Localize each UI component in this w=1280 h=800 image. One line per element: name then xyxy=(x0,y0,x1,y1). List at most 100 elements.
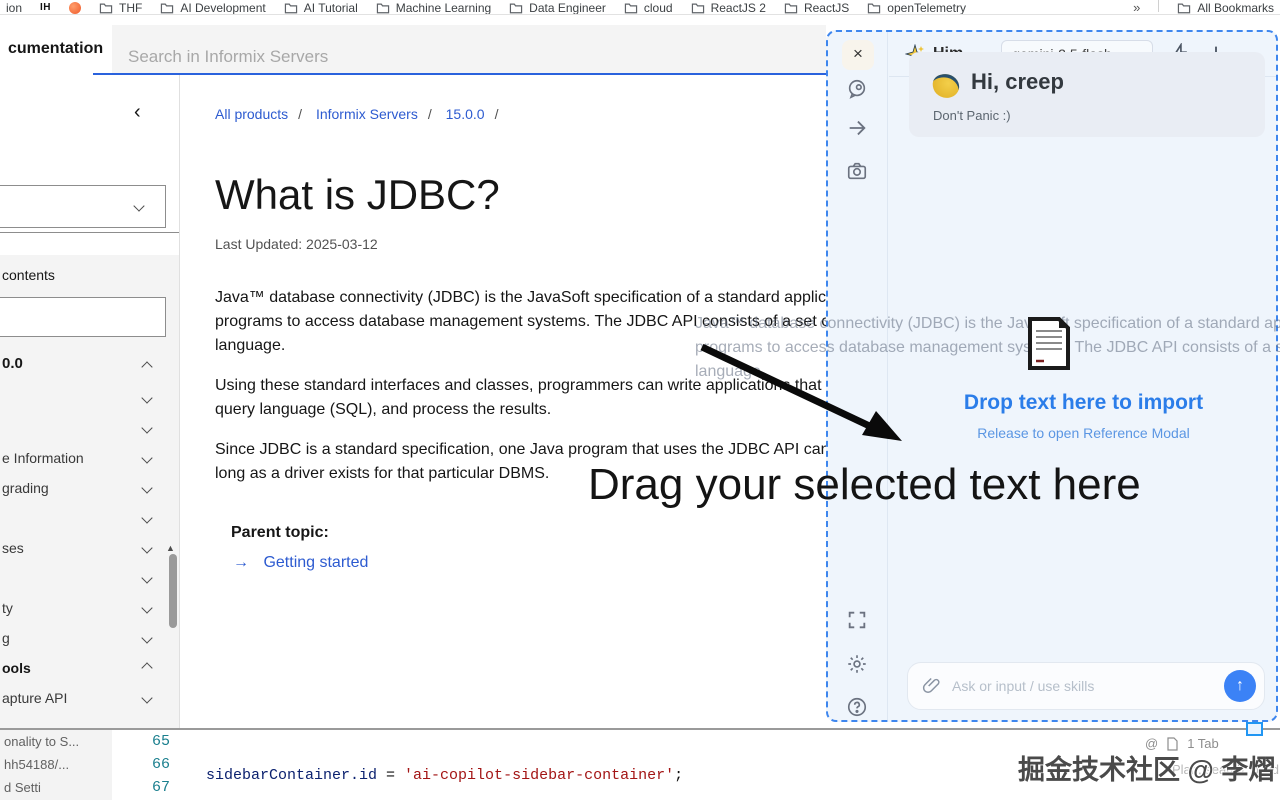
toc-item[interactable] xyxy=(0,383,179,413)
bookmark-folder[interactable]: cloud xyxy=(624,0,673,14)
chevron-up-icon[interactable] xyxy=(141,662,153,674)
folder-icon xyxy=(99,3,113,13)
list-item[interactable]: d Setti xyxy=(0,776,112,799)
list-item[interactable]: onality to S... xyxy=(0,730,112,753)
chevron-up-icon[interactable] xyxy=(141,361,153,373)
screenshot-camera-icon[interactable] xyxy=(846,160,868,182)
toc-item[interactable] xyxy=(0,503,179,533)
code-line: sidebarContainer.id = 'ai-copilot-sideba… xyxy=(206,767,684,784)
bookmark-folder[interactable]: ReactJS 2 xyxy=(691,0,766,14)
toc-item[interactable]: ses xyxy=(0,533,179,563)
sidebar-collapse-button[interactable]: ‹ xyxy=(134,101,141,124)
input-placeholder: Ask or input / use skills xyxy=(952,678,1095,694)
folder-icon xyxy=(691,3,704,13)
toc-filter-input[interactable] xyxy=(0,297,166,337)
arrow-right-icon[interactable] xyxy=(846,117,868,139)
folder-icon xyxy=(284,3,297,13)
site-title: cumentation xyxy=(8,40,104,57)
bookmark-folder[interactable]: AI Tutorial xyxy=(284,0,358,14)
last-updated: Last Updated: 2025-03-12 xyxy=(215,236,378,252)
toc-item[interactable]: ty xyxy=(0,593,179,623)
greeting-subtitle: Don't Panic :) xyxy=(933,108,1011,123)
contents-label: contents xyxy=(2,267,55,283)
chevron-down-icon[interactable] xyxy=(141,692,153,704)
help-icon[interactable] xyxy=(846,696,868,718)
bookmark-partial[interactable]: ion xyxy=(6,0,22,15)
breadcrumb-link[interactable]: 15.0.0 xyxy=(446,106,485,122)
sidebar-scrollbar-thumb[interactable] xyxy=(169,554,177,628)
bookmark-folder[interactable]: openTelemetry xyxy=(867,0,966,14)
drag-arrow xyxy=(700,343,902,441)
folder-icon xyxy=(784,3,798,13)
folder-icon xyxy=(624,3,638,13)
folder-icon xyxy=(161,3,174,13)
bookmark-folder[interactable]: AI Development xyxy=(160,0,266,14)
folder-icon xyxy=(1178,3,1191,13)
handshake-emoji-icon xyxy=(931,72,961,100)
chevron-down-icon[interactable] xyxy=(141,542,153,554)
greeting-title: Hi, creep xyxy=(971,69,1064,94)
arrow-right-icon: → xyxy=(233,554,249,571)
bookmark-site[interactable] xyxy=(69,0,82,14)
getting-started-link[interactable]: Getting started xyxy=(263,554,368,571)
code-lines[interactable]: sidebarContainer.id = 'ai-copilot-sideba… xyxy=(206,730,683,800)
chevron-down-icon[interactable] xyxy=(141,452,153,464)
version-dropdown[interactable] xyxy=(0,185,166,228)
all-bookmarks-button[interactable]: All Bookmarks xyxy=(1177,0,1274,14)
chevron-down-icon[interactable] xyxy=(141,482,153,494)
bookmark-folder[interactable]: Machine Learning xyxy=(376,0,491,14)
panel-toggle-widget[interactable] xyxy=(1246,722,1263,736)
close-panel-button[interactable]: × xyxy=(842,40,874,70)
bookmarks-bar: ion IH THF AI Development AI Tutorial Ma… xyxy=(0,0,1280,15)
toc-root-item[interactable]: 0.0 xyxy=(2,355,23,372)
toc-item[interactable]: g xyxy=(0,623,179,653)
parent-topic-link-row: → Getting started xyxy=(233,554,368,572)
site-favicon-icon xyxy=(69,1,82,14)
gear-icon[interactable] xyxy=(846,653,868,675)
bookmark-ih[interactable]: IH xyxy=(40,0,52,14)
send-button[interactable]: ↑ xyxy=(1224,670,1256,702)
expand-fullscreen-icon[interactable] xyxy=(846,609,868,631)
chevron-down-icon[interactable] xyxy=(141,422,153,434)
sidebar-divider xyxy=(0,232,179,233)
chevron-down-icon[interactable] xyxy=(141,632,153,644)
greeting-card: Hi, creep Don't Panic :) xyxy=(909,52,1265,137)
toc-item[interactable]: apture API xyxy=(0,683,179,713)
chevron-down-icon[interactable] xyxy=(141,572,153,584)
chat-input[interactable]: Ask or input / use skills ↑ xyxy=(907,662,1265,710)
doc-sidebar: ‹ contents 0.0 e Information grading ses… xyxy=(0,75,180,728)
drop-zone-title: Drop text here to import xyxy=(963,391,1204,414)
scrollbar-up-icon[interactable]: ▲ xyxy=(166,543,175,553)
chat-icon[interactable] xyxy=(846,78,868,100)
toc-item-expanded[interactable]: ools xyxy=(0,653,179,683)
toc-item[interactable] xyxy=(0,563,179,593)
toc-tree: e Information grading ses ty g ools aptu… xyxy=(0,383,179,713)
chevron-down-icon[interactable] xyxy=(141,512,153,524)
editor-side-list: onality to S... hh54188/... d Setti xyxy=(0,730,112,800)
folder-icon xyxy=(510,3,523,13)
ih-favicon-icon: IH xyxy=(40,2,52,13)
paperclip-icon[interactable] xyxy=(922,676,942,696)
breadcrumb-link[interactable]: All products xyxy=(215,106,288,122)
chevron-down-icon[interactable] xyxy=(141,392,153,404)
toc-item[interactable] xyxy=(0,413,179,443)
line-number-gutter: 65 66 67 xyxy=(112,730,186,800)
chevron-down-icon xyxy=(133,200,145,212)
watermark: 掘金技术社区 @ 李熠 xyxy=(1018,755,1276,785)
drag-caption: Drag your selected text here xyxy=(588,460,1141,509)
breadcrumb-link[interactable]: Informix Servers xyxy=(316,106,418,122)
chevron-down-icon[interactable] xyxy=(141,602,153,614)
toc-item[interactable]: grading xyxy=(0,473,179,503)
folder-icon xyxy=(376,3,389,13)
search-placeholder: Search in Informix Servers xyxy=(128,47,329,66)
bookmark-folder[interactable]: Data Engineer xyxy=(509,0,606,14)
bookmarks-overflow-button[interactable]: » xyxy=(1133,0,1140,14)
bookmark-folder[interactable]: THF xyxy=(99,0,142,14)
list-item[interactable]: hh54188/... xyxy=(0,753,112,776)
toc-item[interactable]: e Information xyxy=(0,443,179,473)
bookmark-folder[interactable]: ReactJS xyxy=(784,0,849,14)
bookmarks-divider xyxy=(1158,0,1160,12)
arrow-up-icon: ↑ xyxy=(1236,677,1244,694)
breadcrumb: All products / Informix Servers/ 15.0.0/ xyxy=(215,106,499,122)
page-title: What is JDBC? xyxy=(215,171,500,218)
